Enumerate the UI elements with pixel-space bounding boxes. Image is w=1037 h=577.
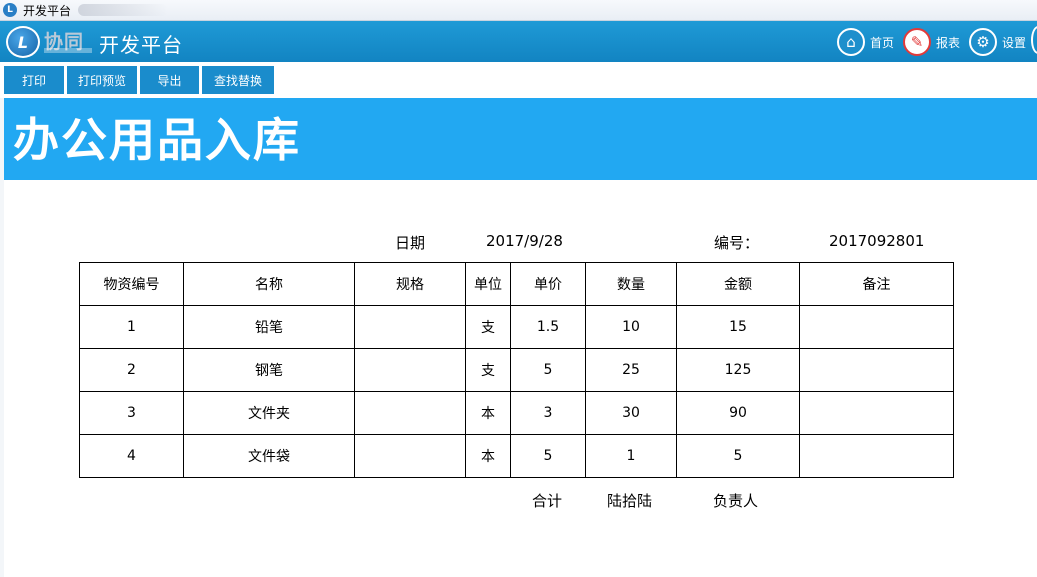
table-cell: 1 — [79, 305, 184, 349]
app-header: L 协同 开发平台 ⌂ 首页 ✎ 报表 ⚙ 设置 — [0, 21, 1037, 62]
nav-settings-label: 设置 — [1002, 35, 1027, 50]
app-title: 开发平台 — [99, 33, 183, 57]
table-cell — [354, 348, 466, 392]
nav-overflow-icon[interactable] — [1031, 26, 1037, 54]
table-cell: 125 — [676, 348, 800, 392]
number-value: 2017092801 — [829, 232, 925, 250]
table-cell: 钢笔 — [183, 348, 355, 392]
inventory-table: 物资编号 名称 规格 单位 单价 数量 金额 备注 1 铅笔 支 1.5 10 … — [79, 262, 954, 478]
nav-home-label: 首页 — [870, 35, 895, 50]
table-cell: 5 — [676, 434, 800, 478]
print-preview-button[interactable]: 打印预览 — [67, 66, 137, 94]
table-cell — [354, 391, 466, 435]
column-header: 单位 — [465, 262, 511, 306]
table-cell: 15 — [676, 305, 800, 349]
column-header: 金额 — [676, 262, 800, 306]
table-cell — [799, 391, 954, 435]
table-header-row: 物资编号 名称 规格 单位 单价 数量 金额 备注 — [79, 262, 954, 306]
table-cell: 3 — [510, 391, 586, 435]
table-cell — [799, 348, 954, 392]
toolbar: 打印 打印预览 导出 查找替换 — [0, 62, 1037, 98]
gear-icon: ⚙ — [969, 28, 997, 56]
report-icon: ✎ — [903, 28, 931, 56]
titlebar-blur — [78, 4, 168, 16]
table-cell: 文件夹 — [183, 391, 355, 435]
table-cell: 5 — [510, 348, 586, 392]
export-button[interactable]: 导出 — [140, 66, 199, 94]
app-logo-icon: L — [3, 3, 17, 17]
table-cell: 2 — [79, 348, 184, 392]
date-label: 日期 — [395, 234, 426, 252]
table-cell — [799, 305, 954, 349]
table-cell: 3 — [79, 391, 184, 435]
total-label: 合计 — [532, 492, 563, 510]
number-label: 编号： — [714, 234, 760, 252]
table-cell: 支 — [465, 348, 511, 392]
table-cell: 25 — [585, 348, 677, 392]
print-button[interactable]: 打印 — [4, 66, 64, 94]
table-cell — [354, 434, 466, 478]
nav-settings[interactable]: ⚙ 设置 — [969, 26, 1026, 58]
nav-report-label: 报表 — [936, 35, 961, 50]
table-row: 2 钢笔 支 5 25 125 — [79, 348, 954, 392]
find-replace-button[interactable]: 查找替换 — [202, 66, 274, 94]
table-cell: 铅笔 — [183, 305, 355, 349]
date-value: 2017/9/28 — [486, 232, 563, 250]
column-header: 数量 — [585, 262, 677, 306]
nav-home[interactable]: ⌂ 首页 — [837, 26, 894, 58]
table-cell: 90 — [676, 391, 800, 435]
total-value: 陆拾陆 — [607, 492, 653, 510]
table-cell: 支 — [465, 305, 511, 349]
report-title: 办公用品入库 — [13, 113, 301, 167]
table-cell: 文件袋 — [183, 434, 355, 478]
manager-label: 负责人 — [713, 492, 759, 510]
brand-logo-icon: L — [6, 26, 40, 58]
brand-subtext — [44, 48, 92, 53]
column-header: 名称 — [183, 262, 355, 306]
table-cell: 4 — [79, 434, 184, 478]
home-icon: ⌂ — [837, 28, 865, 56]
table-cell: 5 — [510, 434, 586, 478]
table-row: 4 文件袋 本 5 1 5 — [79, 434, 954, 478]
window-title: 开发平台 — [23, 3, 72, 18]
table-cell: 30 — [585, 391, 677, 435]
window-titlebar: L 开发平台 — [0, 0, 1037, 21]
column-header: 单价 — [510, 262, 586, 306]
nav-report[interactable]: ✎ 报表 — [903, 26, 960, 58]
table-row: 1 铅笔 支 1.5 10 15 — [79, 305, 954, 349]
table-cell: 1 — [585, 434, 677, 478]
table-cell — [354, 305, 466, 349]
column-header: 备注 — [799, 262, 954, 306]
column-header: 物资编号 — [79, 262, 184, 306]
report-banner: 办公用品入库 — [4, 98, 1037, 180]
table-cell: 本 — [465, 434, 511, 478]
table-cell: 1.5 — [510, 305, 586, 349]
column-header: 规格 — [354, 262, 466, 306]
table-cell: 本 — [465, 391, 511, 435]
table-cell: 10 — [585, 305, 677, 349]
table-cell — [799, 434, 954, 478]
table-row: 3 文件夹 本 3 30 90 — [79, 391, 954, 435]
